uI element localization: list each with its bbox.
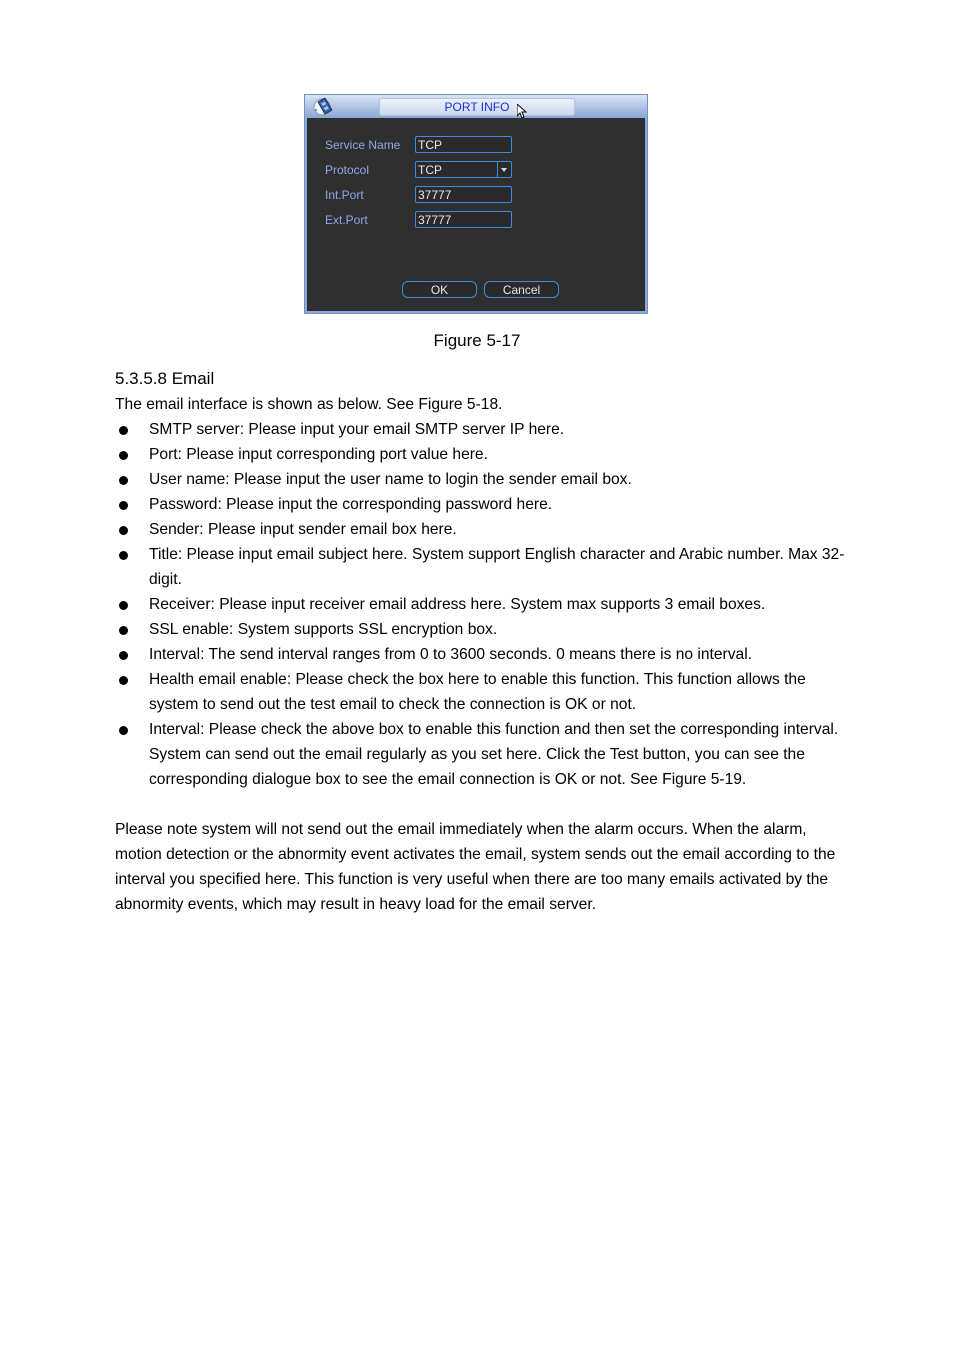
- protocol-select[interactable]: TCP: [415, 161, 512, 178]
- dialog-title: PORT INFO: [379, 98, 575, 116]
- list-item: Password: Please input the corresponding…: [115, 492, 855, 517]
- list-item: Port: Please input corresponding port va…: [115, 442, 855, 467]
- service-name-input[interactable]: TCP: [415, 136, 512, 153]
- ext-port-input[interactable]: 37777: [415, 211, 512, 228]
- bullet-icon: [119, 626, 128, 635]
- list-item: Health email enable: Please check the bo…: [115, 667, 855, 717]
- list-item: Interval: The send interval ranges from …: [115, 642, 855, 667]
- intro-paragraph: The email interface is shown as below. S…: [115, 396, 503, 413]
- int-port-label: Int.Port: [325, 188, 364, 202]
- figure-caption: Figure 5-17: [433, 331, 521, 350]
- bullet-icon: [119, 526, 128, 535]
- bullet-icon: [119, 601, 128, 610]
- ext-port-label: Ext.Port: [325, 213, 368, 227]
- list-item: Receiver: Please input receiver email ad…: [115, 592, 855, 617]
- bullet-list: SMTP server: Please input your email SMT…: [115, 417, 855, 792]
- list-item: User name: Please input the user name to…: [115, 467, 855, 492]
- list-item: SSL enable: System supports SSL encrypti…: [115, 617, 855, 642]
- dialog-body: Service Name TCP Protocol TCP Int.Port 3…: [305, 118, 647, 313]
- service-name-label: Service Name: [325, 138, 401, 152]
- bullet-icon: [119, 651, 128, 660]
- list-item: Interval: Please check the above box to …: [115, 717, 855, 792]
- film-reel-icon: [313, 97, 333, 116]
- ok-button[interactable]: OK: [402, 281, 477, 298]
- list-item: SMTP server: Please input your email SMT…: [115, 417, 855, 442]
- bullet-icon: [119, 551, 128, 560]
- protocol-value: TCP: [418, 163, 442, 177]
- bullet-icon: [119, 476, 128, 485]
- protocol-label: Protocol: [325, 163, 370, 177]
- bullet-icon: [119, 726, 128, 735]
- dialog-titlebar[interactable]: PORT INFO: [305, 95, 647, 119]
- bullet-icon: [119, 426, 128, 435]
- bullet-icon: [119, 676, 128, 685]
- cancel-button[interactable]: Cancel: [484, 281, 559, 298]
- list-item: Title: Please input email subject here. …: [115, 542, 855, 592]
- chevron-down-icon[interactable]: [497, 162, 511, 177]
- bullet-icon: [119, 451, 128, 460]
- list-item: Sender: Please input sender email box he…: [115, 517, 855, 542]
- bullet-icon: [119, 501, 128, 510]
- section-heading: 5.3.5.8 Email: [115, 369, 215, 388]
- int-port-input[interactable]: 37777: [415, 186, 512, 203]
- note-paragraph: Please note system will not send out the…: [115, 821, 836, 913]
- port-info-dialog: PORT INFO Service Name TCP Protocol TCP …: [304, 94, 648, 314]
